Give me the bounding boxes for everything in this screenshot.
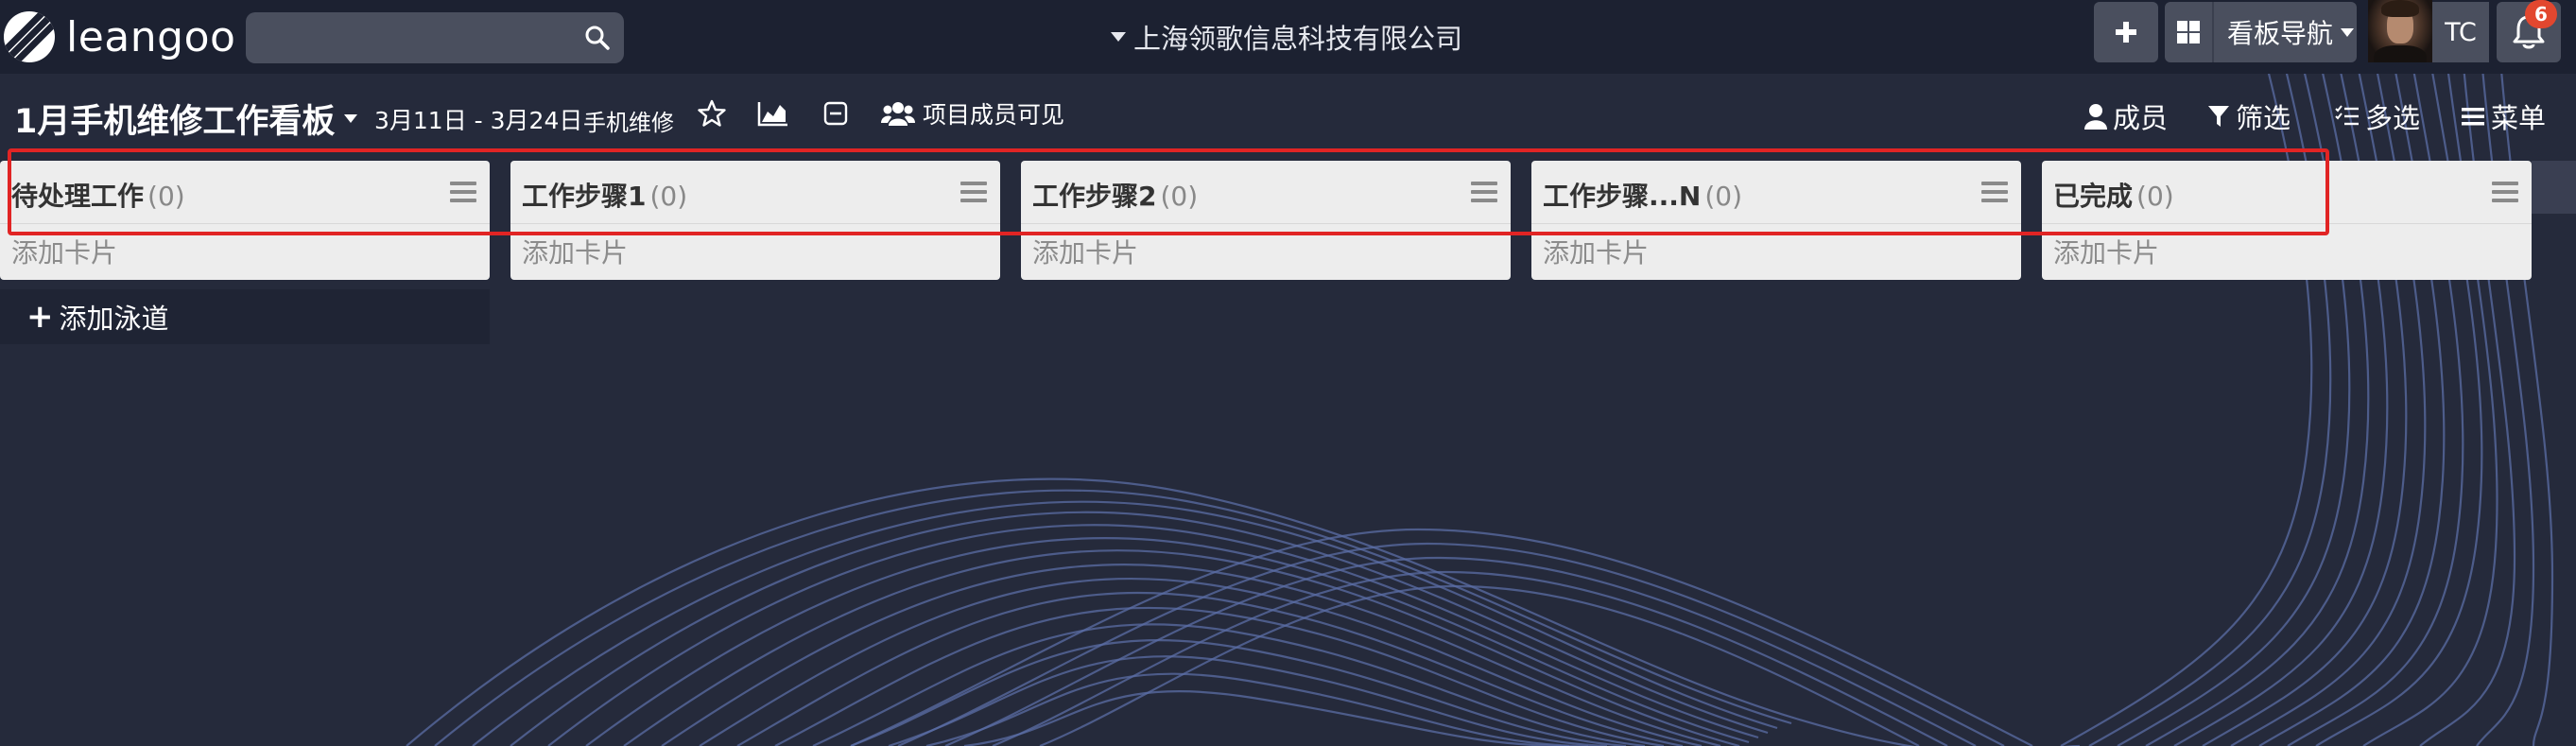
logo-text: leangoo xyxy=(66,12,236,61)
add-swimlane-button[interactable]: + 添加泳道 xyxy=(0,289,490,344)
notification-badge: 6 xyxy=(2525,0,2557,28)
lane: 工作步骤1 (0) 添加卡片 xyxy=(510,161,1000,280)
add-card-button[interactable]: 添加卡片 xyxy=(1032,233,1138,270)
add-swimlane-label: 添加泳道 xyxy=(59,303,169,335)
plus-icon xyxy=(2116,22,2136,43)
avatar[interactable] xyxy=(2368,0,2432,62)
lane-title: 已完成 (0) xyxy=(2053,181,2174,212)
lane-menu-icon[interactable] xyxy=(960,182,987,202)
add-card-button[interactable]: 添加卡片 xyxy=(1543,233,1649,270)
lane-menu-icon[interactable] xyxy=(450,182,476,202)
board-title[interactable]: 1月手机维修工作看板 xyxy=(14,95,358,143)
lane-header[interactable]: 工作步骤2 (0) xyxy=(1021,161,1511,224)
user-initials[interactable]: TC xyxy=(2432,2,2489,62)
logo-icon xyxy=(4,11,55,62)
add-card-button[interactable]: 添加卡片 xyxy=(522,233,628,270)
lane: 已完成 (0) 添加卡片 xyxy=(2042,161,2532,280)
chart-icon[interactable] xyxy=(756,96,790,130)
lane-title: 工作步骤2 (0) xyxy=(1032,181,1199,212)
add-card-button[interactable]: 添加卡片 xyxy=(2053,233,2159,270)
lane-card-count: (0) xyxy=(147,181,185,212)
hamburger-icon xyxy=(2462,108,2484,126)
board-header: 1月手机维修工作看板 3月11日 - 3月24日 手机维修 项目成员可见 成员 … xyxy=(0,74,2576,159)
checklist-icon xyxy=(2335,105,2359,126)
grid-icon xyxy=(2165,2,2214,62)
board-date-range[interactable]: 3月11日 - 3月24日 xyxy=(374,102,582,136)
lane-header[interactable]: 待处理工作 (0) xyxy=(0,161,490,224)
lane: 待处理工作 (0) 添加卡片 xyxy=(0,161,490,280)
lane-header[interactable]: 工作步骤1 (0) xyxy=(510,161,1000,224)
board-navigation-label: 看板导航 xyxy=(2227,18,2334,49)
logo[interactable]: leangoo xyxy=(4,10,235,63)
search-box[interactable] xyxy=(246,12,624,65)
add-card-button[interactable]: 添加卡片 xyxy=(11,233,117,270)
company-selector[interactable]: 上海领歌信息科技有限公司 xyxy=(1111,13,1462,61)
multi-select-label: 多选 xyxy=(2365,102,2421,134)
lane: 工作步骤2 (0) 添加卡片 xyxy=(1021,161,1511,280)
users-icon xyxy=(881,102,915,126)
collapse-icon[interactable] xyxy=(819,96,853,130)
chevron-down-icon xyxy=(2341,27,2355,37)
board-tag: 手机维修 xyxy=(583,110,674,136)
filter-label: 筛选 xyxy=(2236,102,2291,134)
chevron-down-icon xyxy=(344,114,358,123)
lane-title: 工作步骤...N (0) xyxy=(1543,181,1743,212)
add-button[interactable] xyxy=(2094,2,2158,62)
board-navigation-button[interactable]: 看板导航 xyxy=(2165,2,2357,62)
filter-button[interactable]: 筛选 xyxy=(2207,96,2291,136)
lane-overflow-strip xyxy=(2532,161,2576,214)
filter-icon xyxy=(2208,106,2229,127)
lane-menu-icon[interactable] xyxy=(2492,182,2518,202)
search-input[interactable] xyxy=(246,12,586,65)
lane-title: 待处理工作 (0) xyxy=(11,181,185,212)
user-icon xyxy=(2084,104,2107,130)
menu-label: 菜单 xyxy=(2491,102,2547,134)
lane-card-count: (0) xyxy=(649,181,688,212)
members-label: 成员 xyxy=(2113,102,2169,134)
multi-select-button[interactable]: 多选 xyxy=(2335,96,2420,136)
chevron-down-icon xyxy=(1111,32,1126,42)
lane-menu-icon[interactable] xyxy=(1471,182,1497,202)
lane-header[interactable]: 已完成 (0) xyxy=(2042,161,2532,224)
search-icon[interactable] xyxy=(584,25,611,51)
lane-card-count: (0) xyxy=(1704,181,1743,212)
menu-button[interactable]: 菜单 xyxy=(2461,96,2546,136)
lane-card-count: (0) xyxy=(2136,181,2174,212)
plus-icon: + xyxy=(26,298,54,336)
lane-menu-icon[interactable] xyxy=(1981,182,2008,202)
board-visibility[interactable]: 项目成员可见 xyxy=(881,96,1064,130)
board-title-text: 1月手机维修工作看板 xyxy=(14,103,336,141)
lane-card-count: (0) xyxy=(1160,181,1199,212)
star-icon[interactable] xyxy=(695,96,729,130)
company-name: 上海领歌信息科技有限公司 xyxy=(1133,23,1463,55)
top-bar: leangoo 上海领歌信息科技有限公司 看板导航 TC 6 xyxy=(0,0,2576,74)
lane: 工作步骤...N (0) 添加卡片 xyxy=(1531,161,2021,280)
lane-header[interactable]: 工作步骤...N (0) xyxy=(1531,161,2021,224)
lane-title: 工作步骤1 (0) xyxy=(522,181,688,212)
members-button[interactable]: 成员 xyxy=(2084,96,2168,136)
board-visibility-label: 项目成员可见 xyxy=(923,101,1065,129)
